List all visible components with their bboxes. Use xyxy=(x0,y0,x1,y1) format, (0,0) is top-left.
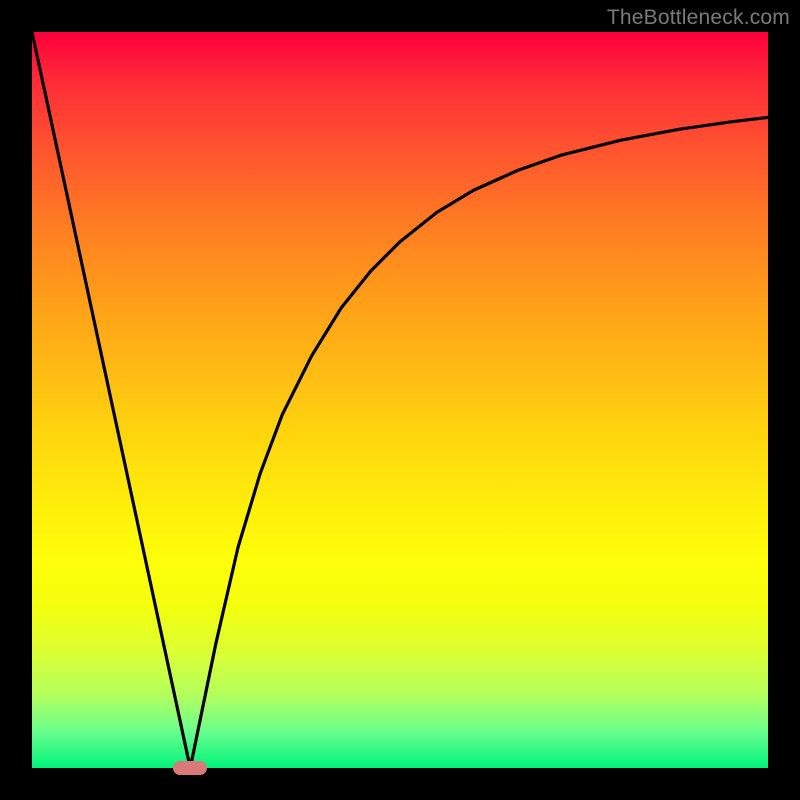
curve-layer xyxy=(32,32,768,768)
bottleneck-curve xyxy=(32,32,768,768)
plot-area xyxy=(32,32,768,768)
chart-frame: TheBottleneck.com xyxy=(0,0,800,800)
watermark-text: TheBottleneck.com xyxy=(607,6,790,30)
optimum-marker xyxy=(173,761,207,775)
